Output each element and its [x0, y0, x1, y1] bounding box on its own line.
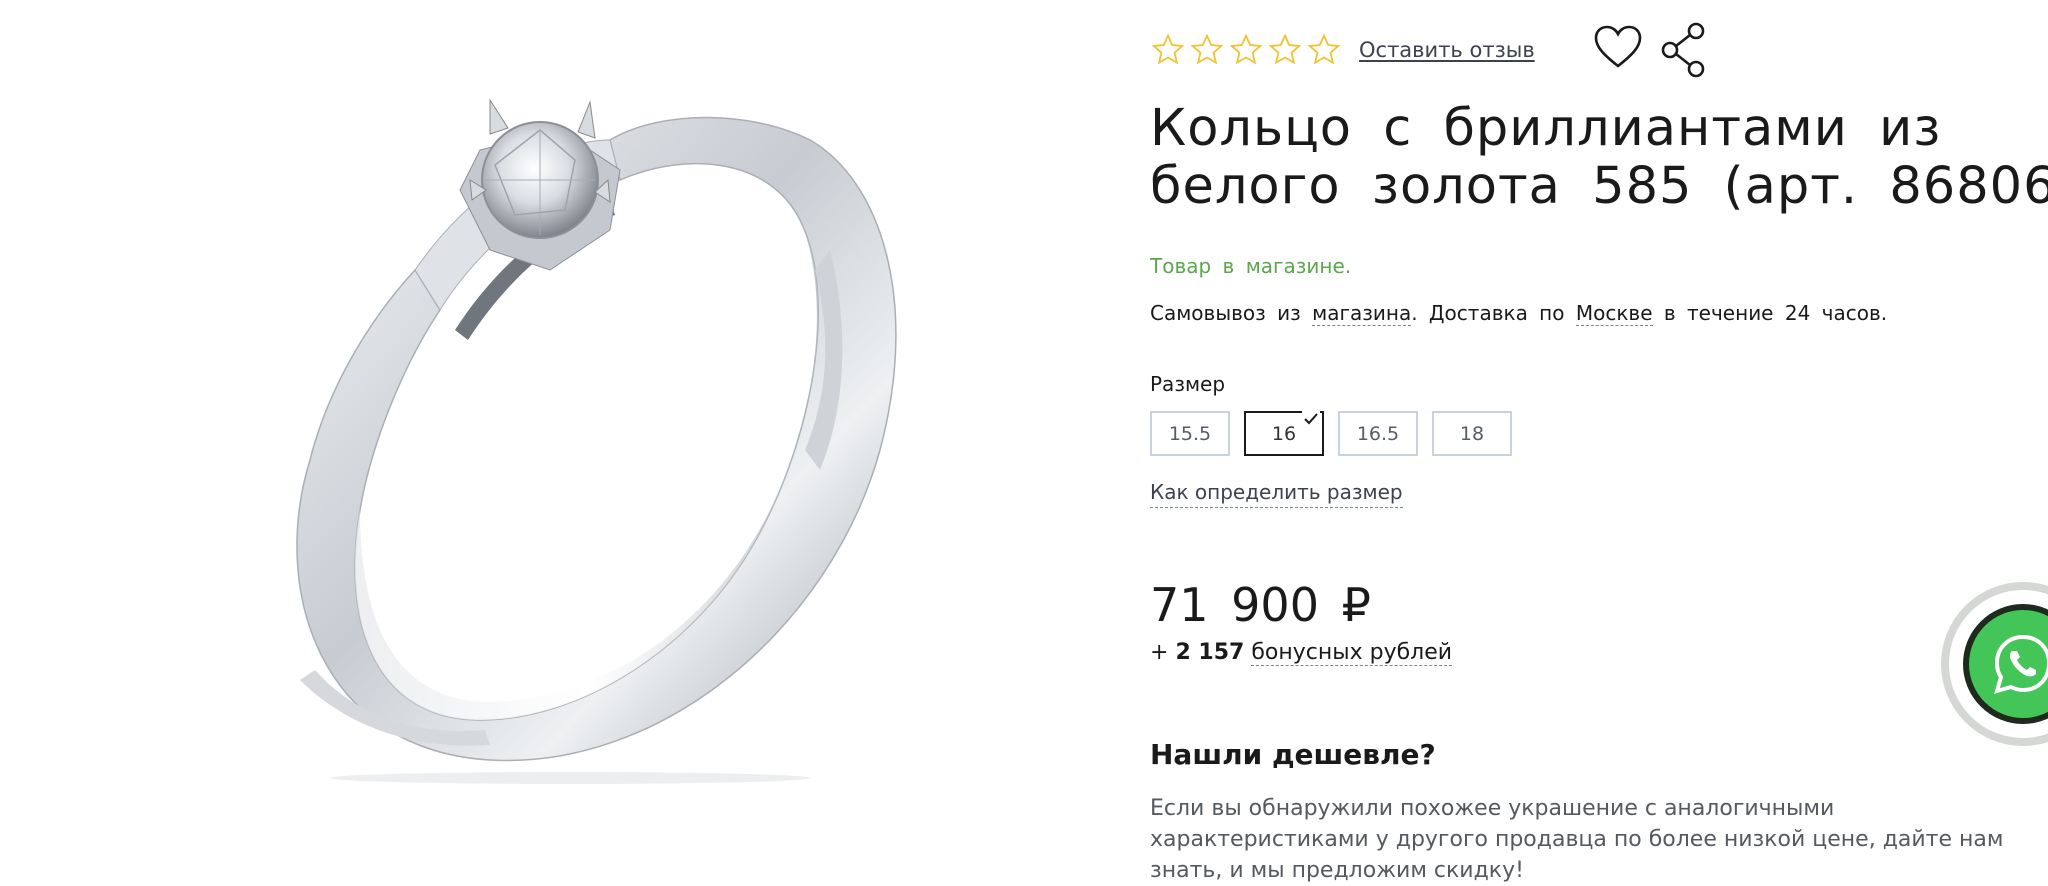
size-guide-link[interactable]: Как определить размер	[1150, 480, 1403, 508]
star-icon[interactable]	[1189, 32, 1225, 68]
star-icon[interactable]	[1228, 32, 1264, 68]
moscow-link[interactable]: Москве	[1575, 301, 1653, 326]
size-option-label: 16	[1271, 422, 1297, 445]
size-label: Размер	[1150, 372, 1226, 396]
star-icon[interactable]	[1306, 32, 1342, 68]
bonus-info: + 2 157 бонусных рублей	[1150, 640, 1453, 666]
product-image[interactable]	[190, 30, 910, 790]
product-title: Кольцо с бриллиантами из белого золота 5…	[1150, 99, 2048, 216]
rating-row: Оставить отзыв	[1150, 26, 1535, 74]
size-option[interactable]: 18	[1432, 411, 1512, 456]
whatsapp-icon	[1994, 634, 2048, 694]
whatsapp-circle	[1969, 610, 2048, 718]
bonus-amount: 2 157	[1175, 640, 1245, 665]
delivery-mid: . Доставка по	[1411, 301, 1565, 325]
found-cheaper-title: Нашли дешевле?	[1150, 738, 1436, 771]
product-info: Оставить отзыв Кольцо с бриллиантами из …	[1150, 0, 2048, 883]
product-title-line2: белого золота 585 (арт. 86806)	[1150, 157, 2048, 216]
found-cheaper-text: Если вы обнаружили похожее украшение с а…	[1150, 796, 2004, 883]
product-title-line1: Кольцо с бриллиантами из	[1150, 99, 1942, 158]
size-options: 15.5 16 16.5 18	[1150, 411, 1526, 456]
star-icon[interactable]	[1267, 32, 1303, 68]
check-icon	[1302, 411, 1320, 427]
size-option[interactable]: 16.5	[1338, 411, 1418, 456]
stock-status: Товар в магазине.	[1150, 254, 1352, 278]
heart-icon[interactable]	[1592, 22, 1644, 74]
delivery-prefix: Самовывоз из	[1150, 301, 1301, 325]
store-link[interactable]: магазина	[1312, 301, 1412, 326]
star-icon[interactable]	[1150, 32, 1186, 68]
share-icon[interactable]	[1660, 22, 1708, 78]
whatsapp-ring	[1963, 604, 2048, 724]
leave-review-link[interactable]: Оставить отзыв	[1359, 38, 1535, 62]
price: 71 900 ₽	[1150, 578, 1371, 632]
delivery-suffix: в течение 24 часов.	[1663, 301, 1888, 325]
size-option[interactable]: 15.5	[1150, 411, 1230, 456]
bonus-link[interactable]: бонусных рублей	[1251, 640, 1453, 666]
size-option-selected[interactable]: 16	[1244, 411, 1324, 456]
delivery-info: Самовывоз из магазина. Доставка по Москв…	[1150, 301, 1888, 326]
bonus-prefix: +	[1150, 640, 1169, 665]
